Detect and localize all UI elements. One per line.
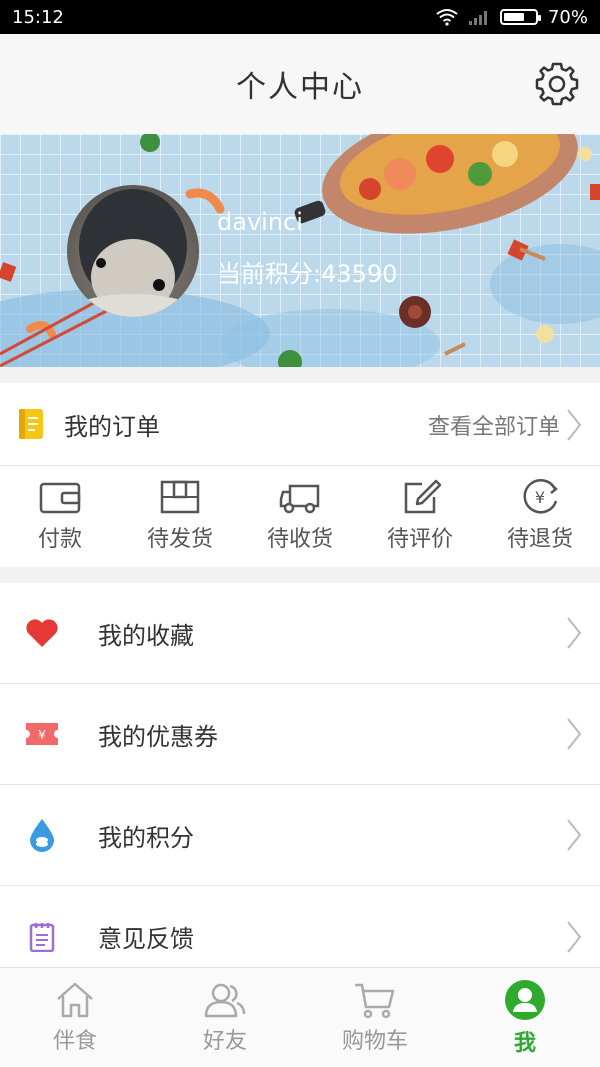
status-icons: 70% [436,7,588,28]
svg-text:¥: ¥ [535,488,545,507]
avatar[interactable] [67,185,199,317]
package-icon [160,480,200,514]
order-status-label: 付款 [37,527,82,552]
home-icon [57,982,93,1017]
edit-icon [404,479,442,514]
menu-list: 我的收藏 ¥ 我的优惠券 我的积分 意见反馈 [0,583,600,987]
menu-item-favorites[interactable]: 我的收藏 [0,583,600,684]
nav-item-profile[interactable]: 我 [450,968,600,1067]
chevron-right-icon [567,819,582,851]
orders-card: 我的订单 查看全部订单 付款 待发货 待收货 待评价 ¥ 待退货 [0,383,600,567]
chevron-right-icon [567,408,582,441]
nav-label: 伴食 [52,1028,97,1054]
feedback-icon [24,919,60,955]
order-status-to-return[interactable]: ¥ 待退货 [480,466,600,566]
profile-banner: davinci 当前积分:43590 [0,134,600,367]
nav-label: 购物车 [341,1028,408,1054]
chevron-right-icon [567,920,582,953]
gear-icon [535,62,579,106]
refund-icon: ¥ [523,479,558,514]
nav-label: 好友 [202,1028,247,1054]
view-all-orders-link[interactable]: 查看全部订单 [428,383,582,466]
page-title: 个人中心 [236,70,364,105]
nav-item-cart[interactable]: 购物车 [300,968,450,1067]
coupon-icon: ¥ [24,716,60,752]
order-status-to-ship[interactable]: 待发货 [120,466,240,566]
heart-icon [24,615,60,651]
avatar-image [73,189,193,317]
truck-icon [279,484,320,514]
friends-icon [204,983,246,1017]
order-status-label: 待发货 [146,527,213,552]
battery-percent: 70% [547,6,588,28]
status-bar: 15:12 70% [0,0,600,34]
order-status-label: 待评价 [386,527,453,552]
menu-item-coupons[interactable]: ¥ 我的优惠券 [0,684,600,785]
orders-header[interactable]: 我的订单 查看全部订单 [0,383,600,466]
order-status-label: 待退货 [506,527,573,552]
order-status-to-receive[interactable]: 待收货 [240,466,360,566]
menu-item-label: 我的收藏 [98,621,194,650]
username: davinci [217,208,303,236]
wifi-icon [436,9,458,26]
points-text: 当前积分:43590 [217,260,398,288]
settings-button[interactable] [532,59,582,109]
nav-item-home[interactable]: 伴食 [0,968,150,1067]
order-status-label: 待收货 [266,527,333,552]
cart-icon [355,983,395,1018]
menu-item-points[interactable]: 我的积分 [0,785,600,886]
order-status-to-review[interactable]: 待评价 [360,466,480,566]
chevron-right-icon [567,617,582,649]
battery-icon [499,9,541,25]
order-status-pay[interactable]: 付款 [0,466,120,566]
profile-icon [505,979,545,1020]
signal-icon [468,11,487,25]
view-all-label: 查看全部订单 [427,414,560,440]
menu-item-label: 我的优惠券 [98,722,218,751]
points-drop-icon [24,817,60,853]
svg-text:¥: ¥ [38,728,46,742]
chevron-right-icon [567,718,582,750]
order-list-icon [19,409,43,439]
bottom-nav: 伴食 好友 购物车 我 [0,967,600,1067]
menu-item-label: 意见反馈 [98,925,194,953]
nav-label: 我 [513,1030,536,1056]
menu-item-label: 我的积分 [98,823,194,852]
nav-item-friends[interactable]: 好友 [150,968,300,1067]
orders-title: 我的订单 [64,412,160,441]
status-time: 15:12 [12,6,64,28]
wallet-icon [39,482,81,514]
app-header: 个人中心 [0,34,600,134]
order-status-row: 付款 待发货 待收货 待评价 ¥ 待退货 [0,466,600,566]
